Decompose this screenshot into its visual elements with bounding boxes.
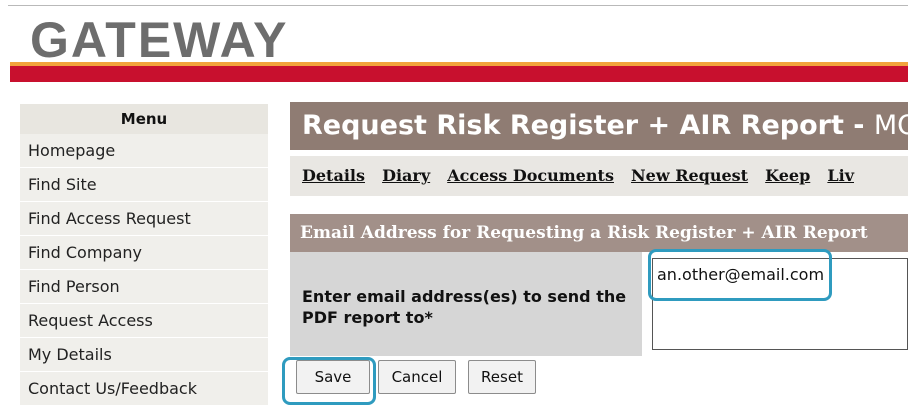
menu-item-homepage[interactable]: Homepage — [20, 134, 268, 168]
section-title: Email Address for Requesting a Risk Regi… — [290, 214, 908, 252]
tabs-row: Details Diary Access Documents New Reque… — [290, 156, 908, 196]
brand-bar-red — [10, 66, 908, 82]
sidebar-menu: Menu Homepage Find Site Find Access Requ… — [20, 104, 268, 406]
main-content: Request Risk Register + AIR Report - MON… — [290, 102, 908, 400]
page-title-suffix: MON — [873, 110, 908, 141]
menu-item-my-details[interactable]: My Details — [20, 338, 268, 372]
top-border — [8, 5, 908, 6]
menu-header: Menu — [20, 104, 268, 134]
save-button[interactable]: Save — [296, 360, 370, 394]
email-form-row: Enter email address(es) to send the PDF … — [290, 252, 908, 356]
menu-item-find-person[interactable]: Find Person — [20, 270, 268, 304]
menu-item-request-access[interactable]: Request Access — [20, 304, 268, 338]
menu-item-contact-us[interactable]: Contact Us/Feedback — [20, 372, 268, 406]
menu-item-find-site[interactable]: Find Site — [20, 168, 268, 202]
email-label: Enter email address(es) to send the PDF … — [302, 287, 627, 327]
cancel-button[interactable]: Cancel — [378, 360, 456, 394]
email-label-cell: Enter email address(es) to send the PDF … — [290, 252, 642, 356]
gateway-logo: GATEWAY — [30, 12, 289, 68]
tab-keep[interactable]: Keep — [765, 156, 810, 196]
menu-item-find-access-request[interactable]: Find Access Request — [20, 202, 268, 236]
reset-button[interactable]: Reset — [468, 360, 536, 394]
page-title: Request Risk Register + AIR Report - MON — [290, 102, 908, 150]
tab-new-request[interactable]: New Request — [631, 156, 748, 196]
form-buttons: Save Cancel Reset — [290, 360, 908, 400]
tab-details[interactable]: Details — [302, 156, 365, 196]
tab-access-documents[interactable]: Access Documents — [447, 156, 614, 196]
tab-live[interactable]: Liv — [827, 156, 854, 196]
page-title-text: Request Risk Register + AIR Report - — [302, 110, 874, 141]
tab-diary[interactable]: Diary — [382, 156, 430, 196]
menu-item-find-company[interactable]: Find Company — [20, 236, 268, 270]
email-field[interactable]: an.other@email.com — [652, 258, 908, 350]
